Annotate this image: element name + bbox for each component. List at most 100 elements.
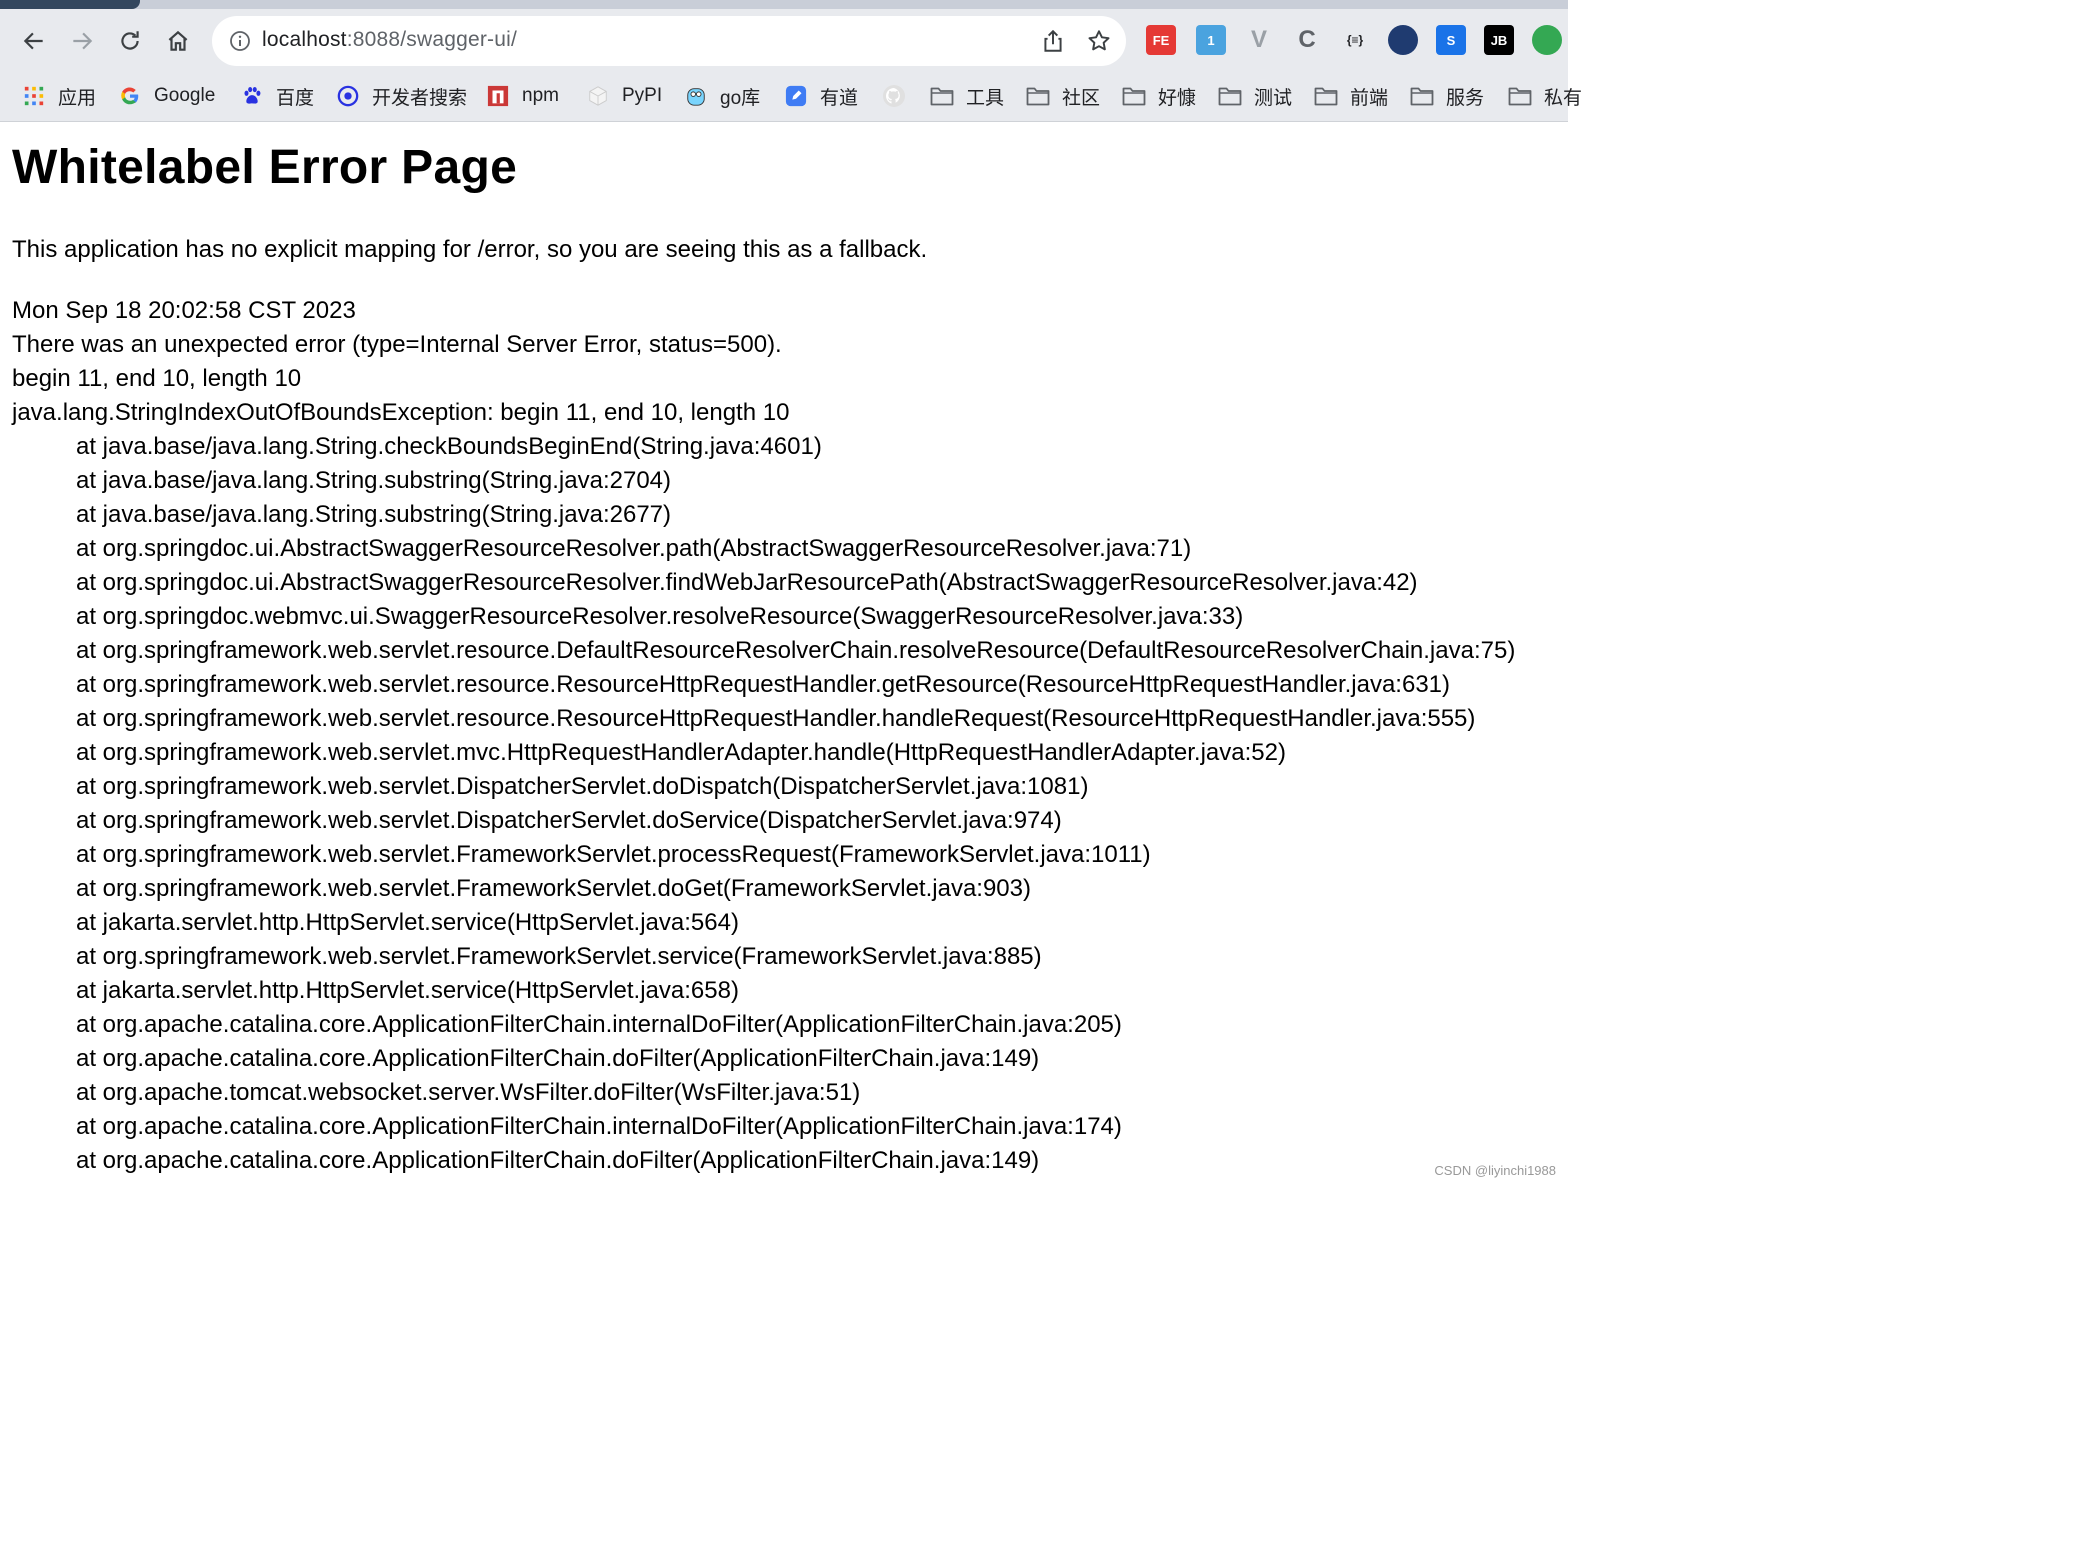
url-host: localhost [262,28,347,51]
stack-frame: at org.apache.catalina.core.ApplicationF… [76,1011,1122,1038]
error-type: There was an unexpected error (type=Inte… [12,331,782,358]
bookmark-item[interactable]: 前端 [1314,81,1388,111]
baidu-paw-icon [240,84,264,108]
bookmarks-bar: 应用 Google 百度 开发者搜索 npm PyPI go库 有道 工具 社区 好慷 测试 前端 服务 私… [0,71,1582,122]
stack-frame: at org.apache.catalina.core.ApplicationF… [76,1113,1122,1140]
forward-button[interactable] [62,21,102,61]
back-button[interactable] [14,21,54,61]
stack-frame: at org.apache.tomcat.websocket.server.Ws… [76,1079,861,1106]
arrow-right-icon [73,32,93,50]
bookmark-label: Google [154,85,216,106]
reload-icon [121,31,139,50]
stack-frame: at org.springframework.web.servlet.Frame… [76,943,1042,970]
stack-frame: at jakarta.servlet.http.HttpServlet.serv… [76,977,739,1004]
youdao-icon [784,84,808,108]
fe-helper-extension[interactable]: FE [1146,25,1176,55]
folder-icon [1314,84,1338,108]
stack-frame: at org.springdoc.ui.AbstractSwaggerResou… [76,535,1192,562]
active-tab[interactable] [0,0,140,9]
stack-frame: at org.springdoc.webmvc.ui.SwaggerResour… [76,603,1244,630]
bookmark-item[interactable]: 私有 [1508,81,1582,111]
folder-icon [1218,84,1242,108]
screen-capture-extension[interactable]: 1 [1196,25,1226,55]
bookmark-item[interactable]: 服务 [1410,81,1484,111]
google-icon [118,84,142,108]
extension-label: JB [1490,32,1508,48]
stack-frame: at java.base/java.lang.String.substring(… [76,501,672,528]
address-bar[interactable]: localhost:8088/swagger-ui/ [212,16,1126,66]
s-extension[interactable]: S [1436,25,1466,55]
folder-icon [930,84,954,108]
page-content: Whitelabel Error Page This application h… [0,122,1568,1184]
bookmark-item[interactable]: Google [118,81,215,111]
folder-icon [1410,84,1434,108]
stack-frame: at org.springframework.web.servlet.Frame… [76,841,1151,868]
vue-devtools-extension[interactable]: V [1244,25,1274,55]
stack-frame: at org.springframework.web.servlet.Dispa… [76,773,1089,800]
bookmark-item[interactable]: 开发者搜索 [336,81,467,111]
bookmark-star-icon[interactable] [1086,28,1112,54]
page-title: Whitelabel Error Page [12,141,518,194]
bookmark-item[interactable]: 测试 [1218,81,1292,111]
stack-frame: at org.apache.catalina.core.ApplicationF… [76,1147,1040,1174]
bookmark-item[interactable]: go库 [684,81,760,111]
stack-frame: at org.springframework.web.servlet.resou… [76,671,1451,698]
stack-frame: at java.base/java.lang.String.checkBound… [76,433,822,460]
bookmark-item[interactable]: 百度 [240,81,314,111]
dev-search-icon [336,84,360,108]
share-icon[interactable] [1040,28,1066,54]
stack-frame: at org.springframework.web.servlet.resou… [76,705,1476,732]
json-formatter-extension[interactable]: {≡} [1340,25,1370,55]
bookmark-item[interactable]: 有道 [784,81,858,111]
bookmark-label: 私有 [1544,87,1583,109]
bookmark-label: 好慷 [1158,87,1197,109]
extension-label: FE [1152,32,1170,48]
stack-frame: at org.springframework.web.servlet.Dispa… [76,807,1062,834]
bookmark-label: 社区 [1062,87,1101,109]
url-path: :8088/swagger-ui/ [346,28,518,51]
bookmark-item[interactable]: npm [486,81,559,111]
bookmark-label: PyPI [622,85,663,106]
bookmark-github[interactable] [882,81,918,111]
bookmark-item[interactable]: PyPI [586,81,662,111]
bookmark-item[interactable]: 社区 [1026,81,1100,111]
folder-icon [1122,84,1146,108]
stack-frame: at java.base/java.lang.String.substring(… [76,467,672,494]
c-extension[interactable]: C [1292,25,1322,55]
bookmark-item[interactable]: 好慷 [1122,81,1196,111]
gopher-icon [684,84,708,108]
stack-frame: at org.springdoc.ui.AbstractSwaggerResou… [76,569,1418,596]
npm-icon [486,84,510,108]
bookmark-label: 前端 [1350,87,1389,109]
tab-strip [0,0,1568,9]
bookmark-label: go库 [720,87,761,109]
green-extension[interactable] [1532,25,1562,55]
url-text[interactable]: localhost:8088/swagger-ui/ [262,28,517,52]
stack-frame: at jakarta.servlet.http.HttpServlet.serv… [76,909,739,936]
reload-button[interactable] [110,21,150,61]
extension-label: S [1446,32,1456,48]
intro-text: This application has no explicit mapping… [12,236,928,263]
extension-label: 1 [1207,32,1215,48]
folder-icon [1508,84,1532,108]
bookmark-label: 工具 [966,87,1005,109]
bookmark-label: 应用 [58,87,97,109]
error-timestamp: Mon Sep 18 20:02:58 CST 2023 [12,297,356,324]
extension-label: V [1250,26,1267,53]
error-summary: Mon Sep 18 20:02:58 CST 2023 There was a… [12,294,789,430]
stack-frame: at org.springframework.web.servlet.resou… [76,637,1516,664]
jetbrains-extension[interactable]: JB [1484,25,1514,55]
pypi-icon [586,84,610,108]
bookmark-item[interactable]: 应用 [22,81,96,111]
compass-extension[interactable] [1388,25,1418,55]
extension-label: C [1298,26,1316,53]
github-icon [882,84,906,108]
home-button[interactable] [158,21,198,61]
bookmark-label: 百度 [276,87,315,109]
extension-label: {≡} [1346,33,1364,47]
arrow-left-icon [23,32,43,50]
stack-trace: at java.base/java.lang.String.checkBound… [12,430,1515,1178]
bookmark-item[interactable]: 工具 [930,81,1004,111]
site-info-icon[interactable] [228,29,252,53]
stack-frame: at org.apache.catalina.core.ApplicationF… [76,1045,1040,1072]
